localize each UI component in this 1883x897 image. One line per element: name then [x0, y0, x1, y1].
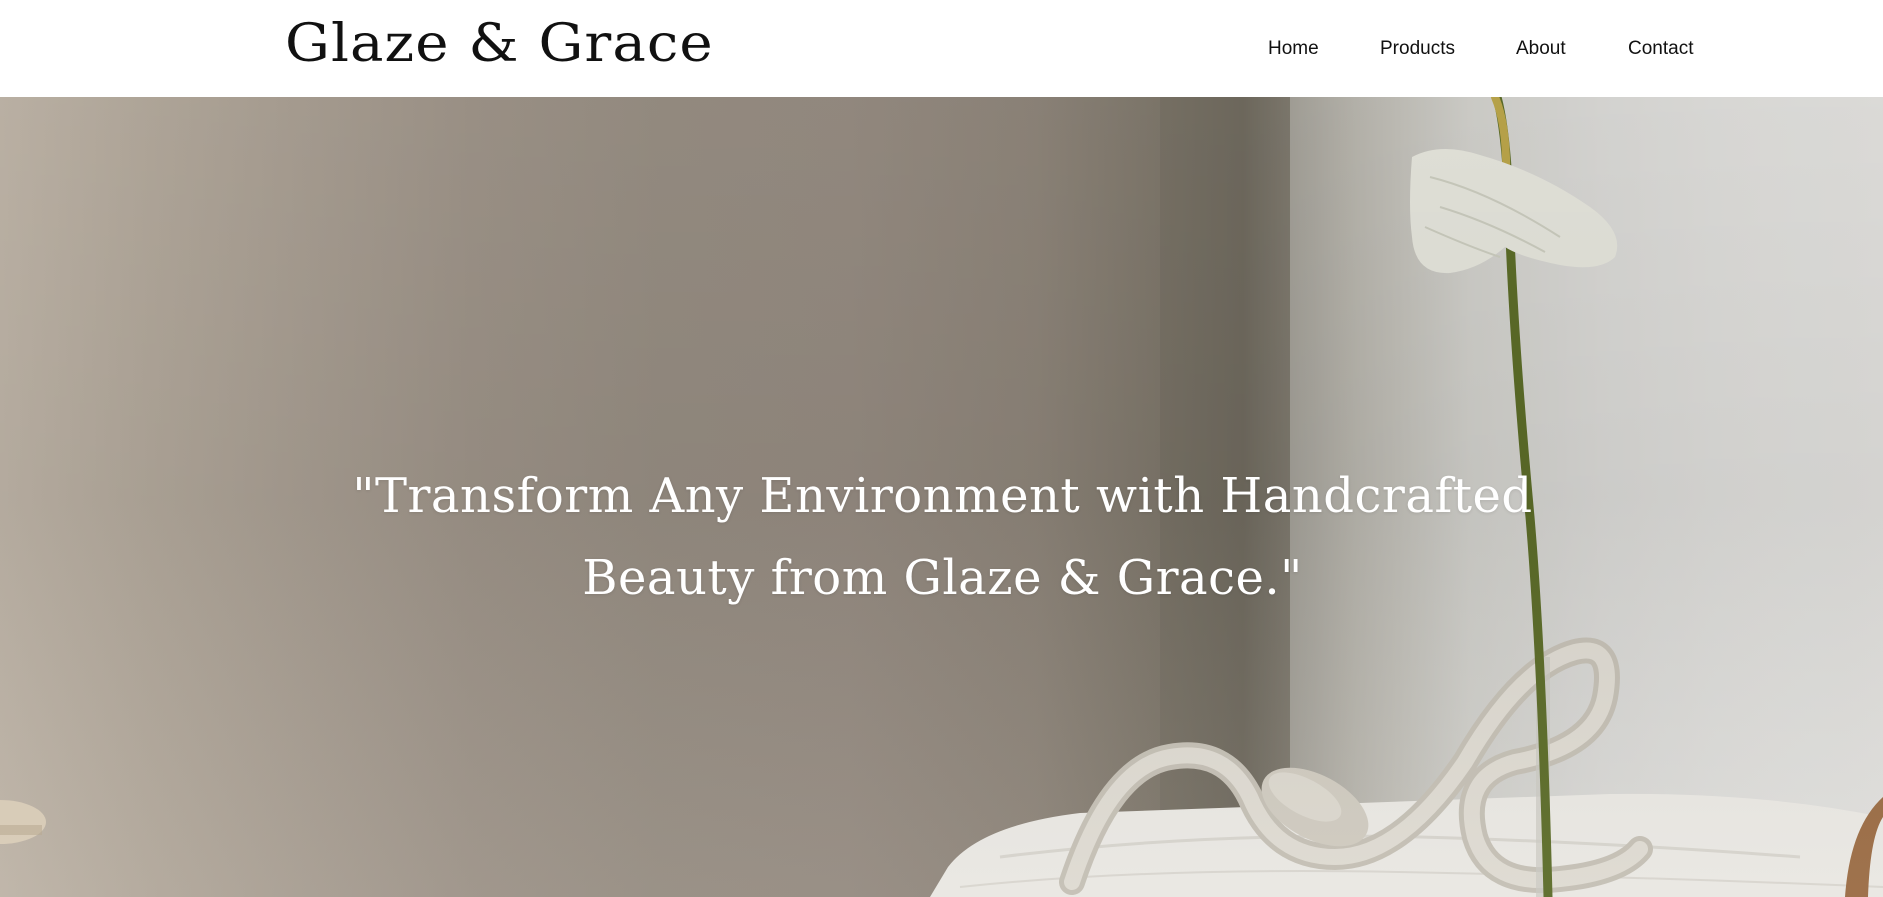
nav-link-contact[interactable]: Contact	[1628, 38, 1693, 60]
hero-section: "Transform Any Environment with Handcraf…	[0, 97, 1883, 897]
hero-quote-line-1: "Transform Any Environment with Handcraf…	[352, 468, 1533, 524]
site-header: Glaze & Grace Home Products About Contac…	[0, 0, 1883, 97]
nav-link-products[interactable]: Products	[1380, 38, 1455, 60]
main-nav: Home Products About Contact	[0, 38, 1883, 66]
hero-quote-line-2: Beauty from Glaze & Grace."	[582, 550, 1303, 606]
nav-link-home[interactable]: Home	[1268, 38, 1319, 60]
hero-quote: "Transform Any Environment with Handcraf…	[300, 455, 1585, 619]
nav-link-about[interactable]: About	[1516, 38, 1566, 60]
